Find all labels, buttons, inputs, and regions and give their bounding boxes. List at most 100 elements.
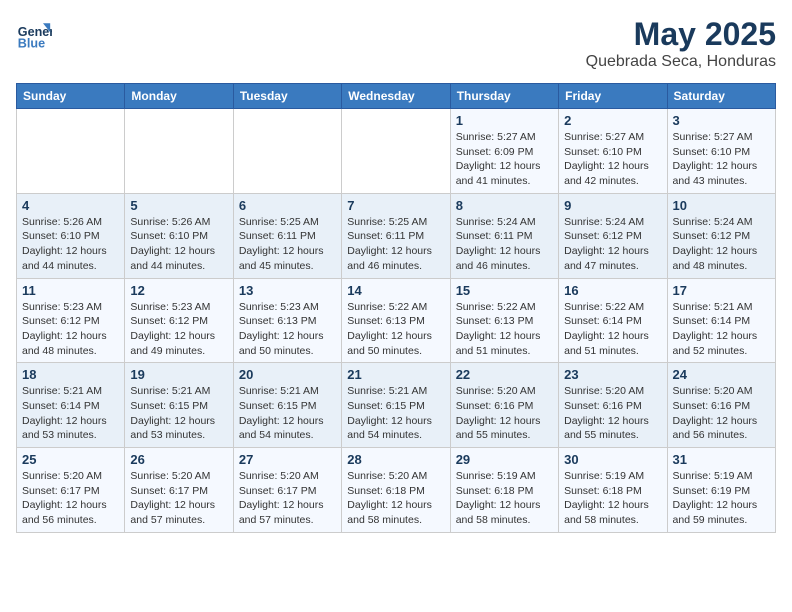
calendar-cell: 28 Sunrise: 5:20 AM Sunset: 6:18 PM Dayli… <box>342 448 450 533</box>
day-number: 12 <box>130 283 227 298</box>
day-number: 21 <box>347 367 444 382</box>
calendar-cell: 13Sunrise: 5:23 AM Sunset: 6:13 PM Dayli… <box>233 278 341 363</box>
day-info: Sunrise: 5:22 AM Sunset: 6:13 PM Dayligh… <box>347 300 444 359</box>
calendar-cell: 19 Sunrise: 5:21 AM Sunset: 6:15 PM Dayli… <box>125 363 233 448</box>
day-info: Sunrise: 5:19 AM Sunset: 6:19 PM Dayligh… <box>673 469 770 528</box>
day-info: Sunrise: 5:20 AM Sunset: 6:16 PM Dayligh… <box>564 384 661 443</box>
day-info: Sunrise: 5:23 AM Sunset: 6:12 PM Dayligh… <box>22 300 119 359</box>
day-info: Sunrise: 5:20 AM Sunset: 6:18 PM Dayligh… <box>347 469 444 528</box>
day-info: Sunrise: 5:24 AM Sunset: 6:12 PM Dayligh… <box>564 215 661 274</box>
calendar-cell: 23 Sunrise: 5:20 AM Sunset: 6:16 PM Dayli… <box>559 363 667 448</box>
calendar-cell <box>342 109 450 194</box>
calendar-cell: 8 Sunrise: 5:24 AM Sunset: 6:11 PM Daylig… <box>450 193 558 278</box>
calendar-cell: 3 Sunrise: 5:27 AM Sunset: 6:10 PM Daylig… <box>667 109 775 194</box>
day-info: Sunrise: 5:23 AM Sunset: 6:12 PM Dayligh… <box>130 300 227 359</box>
day-header-monday: Monday <box>125 84 233 109</box>
location-subtitle: Quebrada Seca, Honduras <box>586 53 776 71</box>
day-info: Sunrise: 5:26 AM Sunset: 6:10 PM Dayligh… <box>22 215 119 274</box>
day-header-friday: Friday <box>559 84 667 109</box>
day-header-tuesday: Tuesday <box>233 84 341 109</box>
calendar-cell: 7 Sunrise: 5:25 AM Sunset: 6:11 PM Daylig… <box>342 193 450 278</box>
day-number: 6 <box>239 198 336 213</box>
calendar-cell: 16 Sunrise: 5:22 AM Sunset: 6:14 PM Dayli… <box>559 278 667 363</box>
calendar-cell: 22 Sunrise: 5:20 AM Sunset: 6:16 PM Dayli… <box>450 363 558 448</box>
page-header: General Blue May 2025 Quebrada Seca, Hon… <box>16 16 776 71</box>
calendar-cell <box>233 109 341 194</box>
calendar-cell: 14 Sunrise: 5:22 AM Sunset: 6:13 PM Dayli… <box>342 278 450 363</box>
day-number: 17 <box>673 283 770 298</box>
day-number: 25 <box>22 452 119 467</box>
title-block: May 2025 Quebrada Seca, Honduras <box>586 16 776 71</box>
day-number: 28 <box>347 452 444 467</box>
calendar-cell: 30Sunrise: 5:19 AM Sunset: 6:18 PM Dayli… <box>559 448 667 533</box>
calendar-cell: 15 Sunrise: 5:22 AM Sunset: 6:13 PM Dayli… <box>450 278 558 363</box>
day-number: 14 <box>347 283 444 298</box>
calendar-cell: 17 Sunrise: 5:21 AM Sunset: 6:14 PM Dayli… <box>667 278 775 363</box>
day-number: 8 <box>456 198 553 213</box>
day-info: Sunrise: 5:22 AM Sunset: 6:14 PM Dayligh… <box>564 300 661 359</box>
calendar-cell: 1 Sunrise: 5:27 AM Sunset: 6:09 PM Daylig… <box>450 109 558 194</box>
calendar-cell <box>17 109 125 194</box>
day-info: Sunrise: 5:27 AM Sunset: 6:09 PM Dayligh… <box>456 130 553 189</box>
calendar-cell: 20 Sunrise: 5:21 AM Sunset: 6:15 PM Dayli… <box>233 363 341 448</box>
logo-icon: General Blue <box>16 16 52 52</box>
day-number: 15 <box>456 283 553 298</box>
day-info: Sunrise: 5:26 AM Sunset: 6:10 PM Dayligh… <box>130 215 227 274</box>
day-info: Sunrise: 5:21 AM Sunset: 6:15 PM Dayligh… <box>130 384 227 443</box>
day-info: Sunrise: 5:24 AM Sunset: 6:11 PM Dayligh… <box>456 215 553 274</box>
day-info: Sunrise: 5:21 AM Sunset: 6:14 PM Dayligh… <box>673 300 770 359</box>
day-number: 7 <box>347 198 444 213</box>
day-number: 23 <box>564 367 661 382</box>
calendar-cell: 21Sunrise: 5:21 AM Sunset: 6:15 PM Dayli… <box>342 363 450 448</box>
day-info: Sunrise: 5:27 AM Sunset: 6:10 PM Dayligh… <box>673 130 770 189</box>
day-number: 3 <box>673 113 770 128</box>
day-number: 1 <box>456 113 553 128</box>
day-info: Sunrise: 5:25 AM Sunset: 6:11 PM Dayligh… <box>347 215 444 274</box>
svg-text:Blue: Blue <box>18 37 45 51</box>
calendar-cell <box>125 109 233 194</box>
day-info: Sunrise: 5:24 AM Sunset: 6:12 PM Dayligh… <box>673 215 770 274</box>
day-number: 16 <box>564 283 661 298</box>
day-number: 19 <box>130 367 227 382</box>
day-header-thursday: Thursday <box>450 84 558 109</box>
calendar-cell: 29 Sunrise: 5:19 AM Sunset: 6:18 PM Dayli… <box>450 448 558 533</box>
day-number: 4 <box>22 198 119 213</box>
calendar-cell: 25Sunrise: 5:20 AM Sunset: 6:17 PM Dayli… <box>17 448 125 533</box>
day-number: 20 <box>239 367 336 382</box>
day-number: 10 <box>673 198 770 213</box>
day-info: Sunrise: 5:25 AM Sunset: 6:11 PM Dayligh… <box>239 215 336 274</box>
day-info: Sunrise: 5:27 AM Sunset: 6:10 PM Dayligh… <box>564 130 661 189</box>
calendar-cell: 9 Sunrise: 5:24 AM Sunset: 6:12 PM Daylig… <box>559 193 667 278</box>
day-info: Sunrise: 5:22 AM Sunset: 6:13 PM Dayligh… <box>456 300 553 359</box>
day-number: 18 <box>22 367 119 382</box>
day-header-saturday: Saturday <box>667 84 775 109</box>
day-number: 26 <box>130 452 227 467</box>
logo: General Blue <box>16 16 52 52</box>
day-number: 27 <box>239 452 336 467</box>
day-info: Sunrise: 5:20 AM Sunset: 6:17 PM Dayligh… <box>130 469 227 528</box>
calendar-cell: 6 Sunrise: 5:25 AM Sunset: 6:11 PM Daylig… <box>233 193 341 278</box>
calendar-cell: 2 Sunrise: 5:27 AM Sunset: 6:10 PM Daylig… <box>559 109 667 194</box>
day-number: 2 <box>564 113 661 128</box>
calendar-cell: 26 Sunrise: 5:20 AM Sunset: 6:17 PM Dayli… <box>125 448 233 533</box>
day-info: Sunrise: 5:21 AM Sunset: 6:15 PM Dayligh… <box>239 384 336 443</box>
calendar-cell: 11 Sunrise: 5:23 AM Sunset: 6:12 PM Dayli… <box>17 278 125 363</box>
day-number: 13 <box>239 283 336 298</box>
calendar-cell: 5 Sunrise: 5:26 AM Sunset: 6:10 PM Daylig… <box>125 193 233 278</box>
day-number: 30 <box>564 452 661 467</box>
day-info: Sunrise: 5:19 AM Sunset: 6:18 PM Dayligh… <box>456 469 553 528</box>
month-title: May 2025 <box>586 16 776 53</box>
day-number: 5 <box>130 198 227 213</box>
calendar-cell: 4 Sunrise: 5:26 AM Sunset: 6:10 PM Daylig… <box>17 193 125 278</box>
day-header-sunday: Sunday <box>17 84 125 109</box>
day-number: 29 <box>456 452 553 467</box>
day-number: 9 <box>564 198 661 213</box>
calendar-cell: 12 Sunrise: 5:23 AM Sunset: 6:12 PM Dayli… <box>125 278 233 363</box>
day-info: Sunrise: 5:20 AM Sunset: 6:17 PM Dayligh… <box>239 469 336 528</box>
day-number: 22 <box>456 367 553 382</box>
day-info: Sunrise: 5:20 AM Sunset: 6:16 PM Dayligh… <box>456 384 553 443</box>
day-number: 11 <box>22 283 119 298</box>
calendar-cell: 18Sunrise: 5:21 AM Sunset: 6:14 PM Dayli… <box>17 363 125 448</box>
day-number: 31 <box>673 452 770 467</box>
day-number: 24 <box>673 367 770 382</box>
